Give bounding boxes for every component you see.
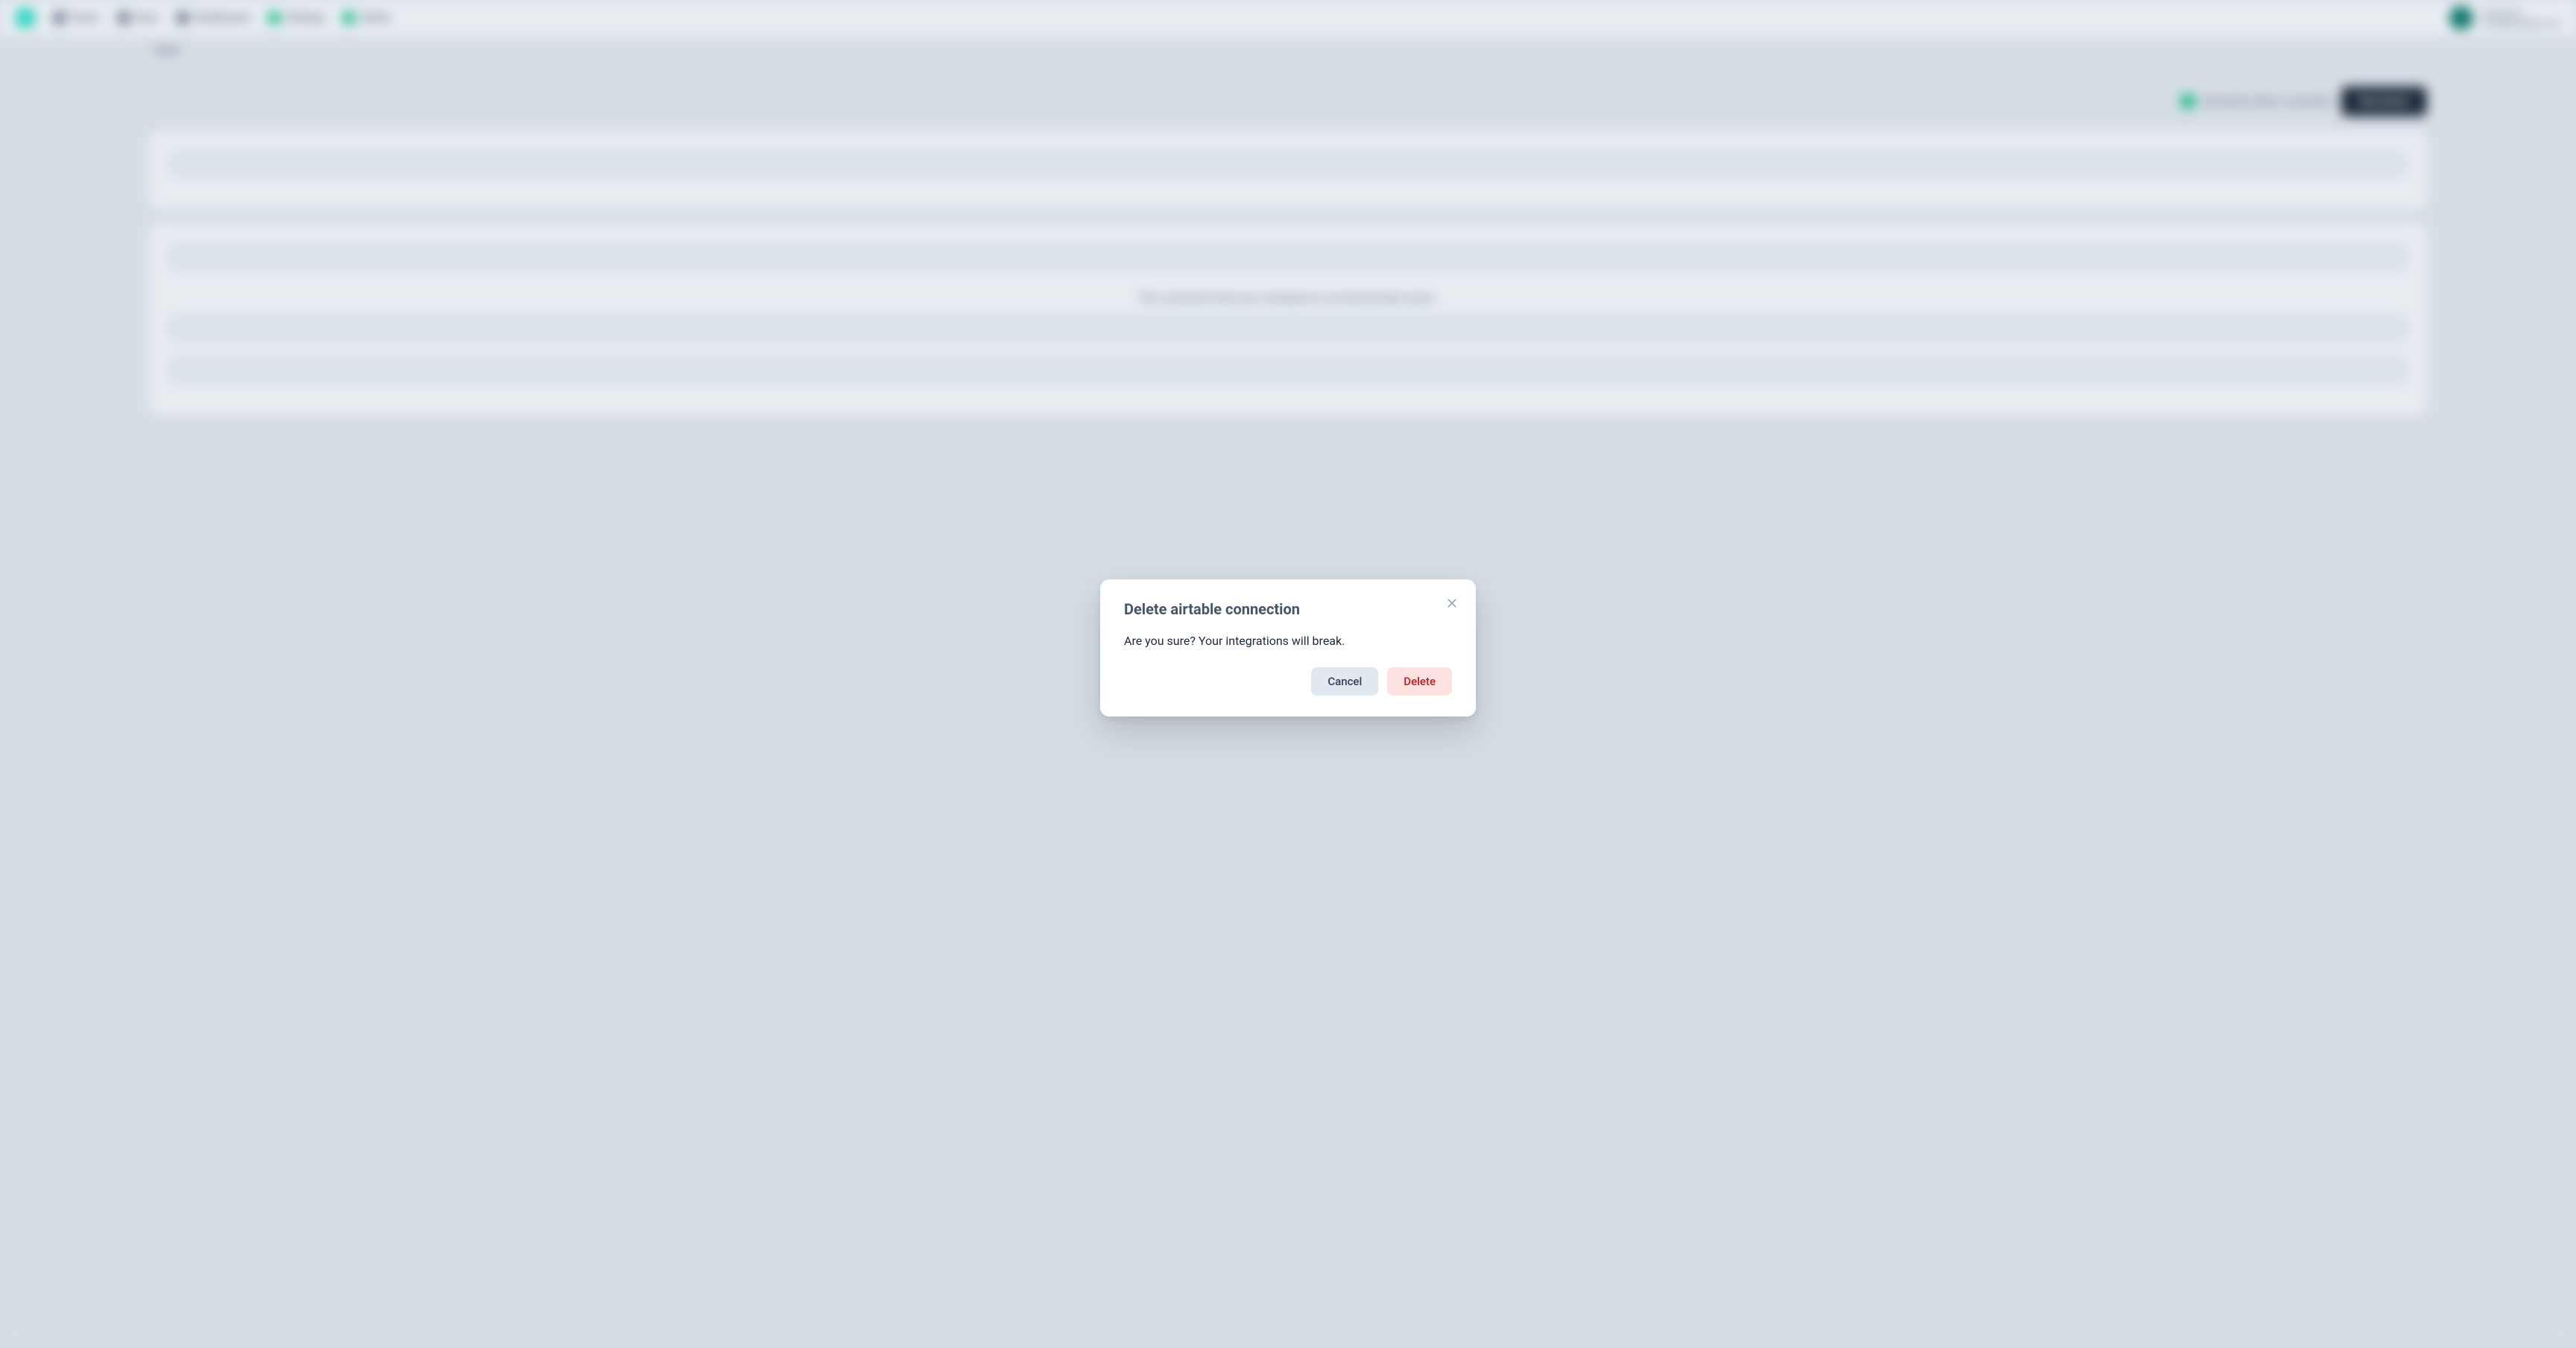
modal-title: Delete airtable connection	[1124, 600, 1452, 618]
delete-connection-modal: Delete airtable connection Are you sure?…	[1100, 579, 1476, 716]
modal-body: Are you sure? Your integrations will bre…	[1124, 633, 1452, 649]
modal-actions: Cancel Delete	[1124, 667, 1452, 696]
modal-overlay[interactable]: Delete airtable connection Are you sure?…	[0, 0, 2576, 1348]
delete-button[interactable]: Delete	[1387, 667, 1452, 696]
close-icon	[1446, 597, 1458, 609]
close-button[interactable]	[1443, 594, 1461, 612]
cancel-button[interactable]: Cancel	[1311, 667, 1378, 696]
